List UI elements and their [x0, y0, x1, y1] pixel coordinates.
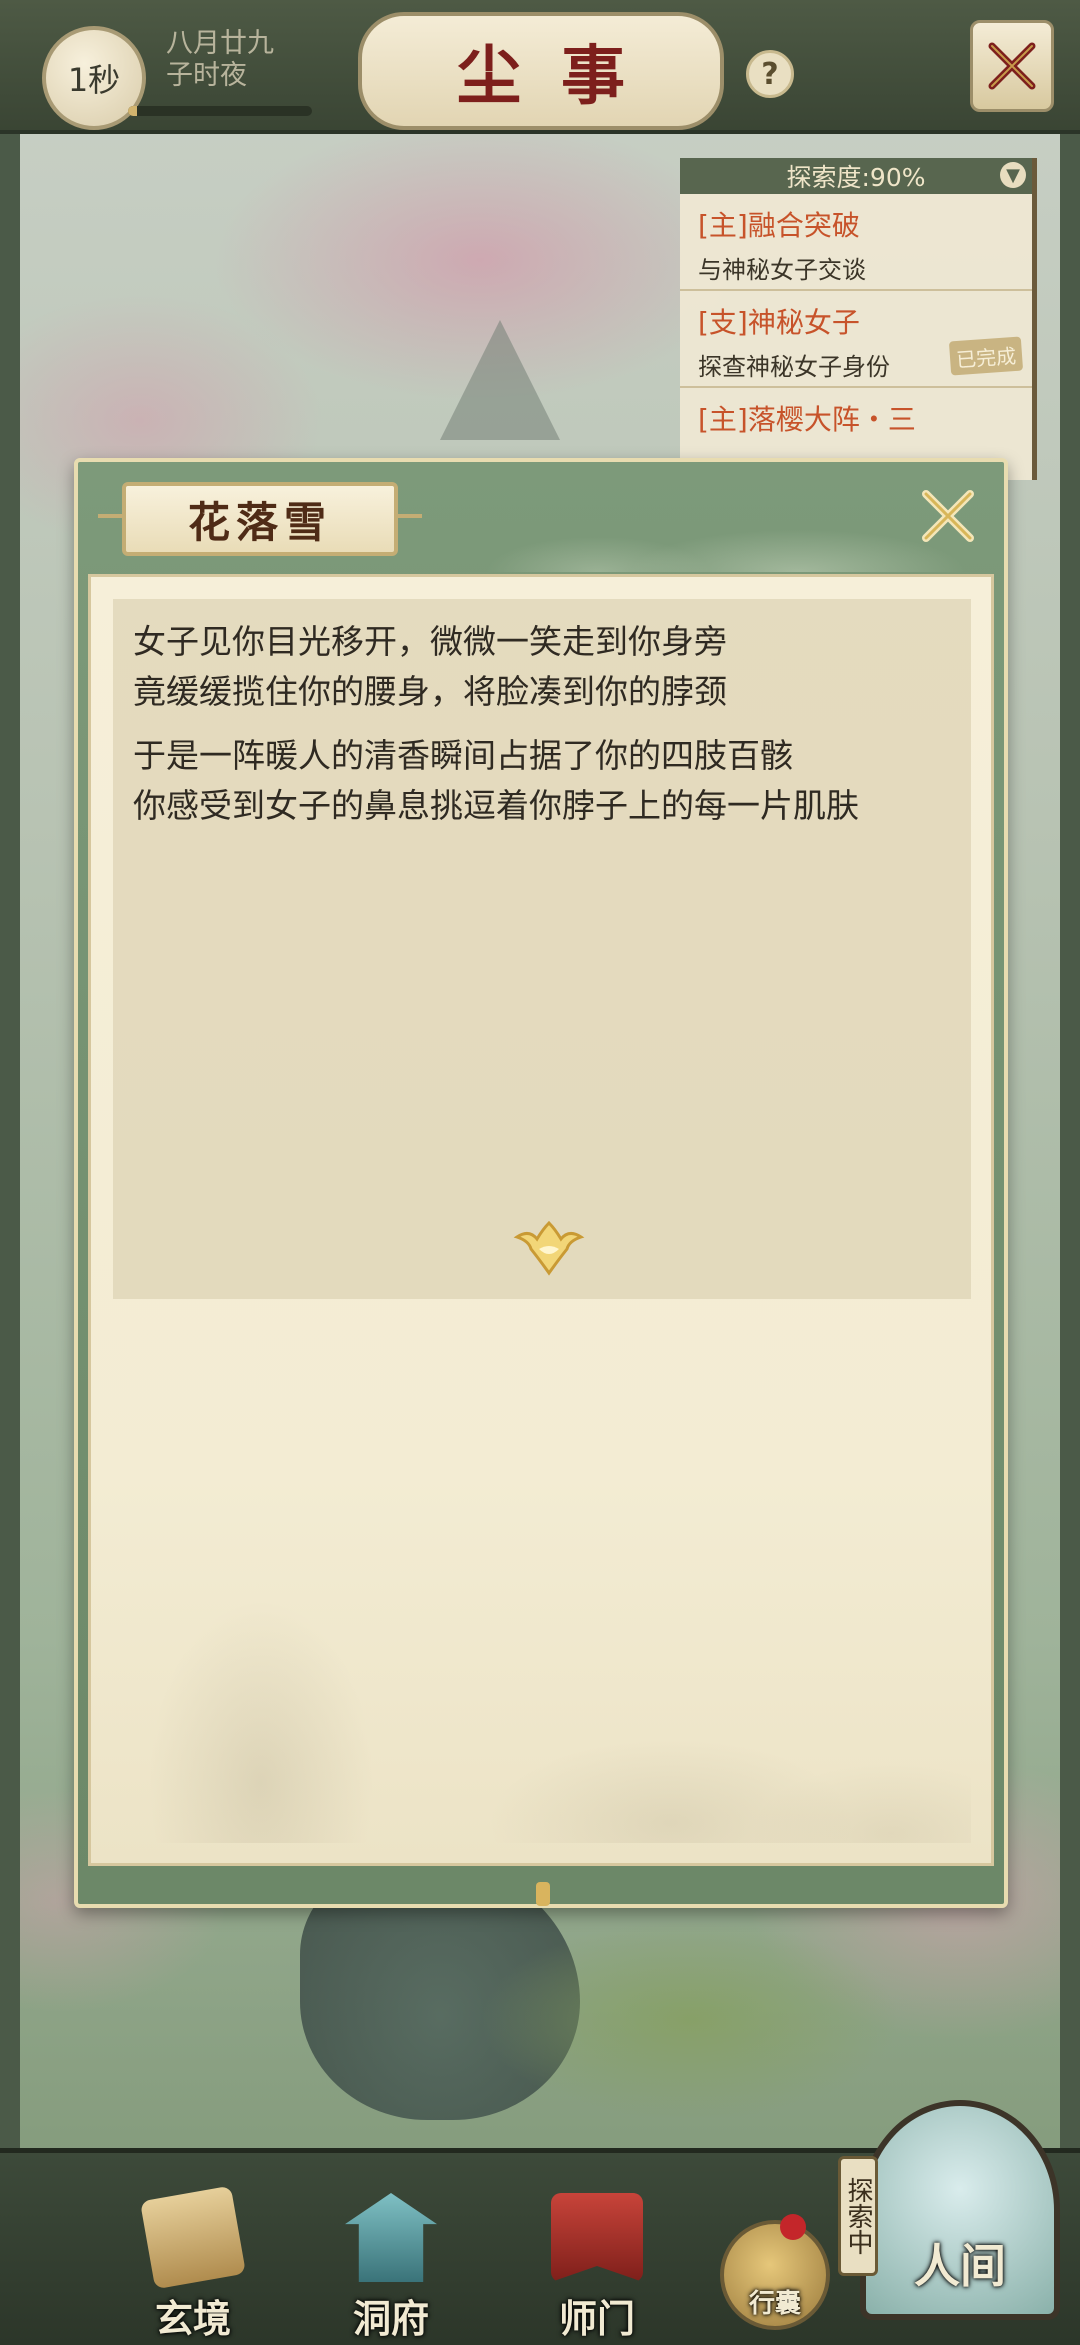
notification-dot [780, 2214, 806, 2240]
help-button[interactable]: ? [746, 50, 794, 98]
dialog-paragraph: 于是一阵暖人的清香瞬间占据了你的四肢百骸 你感受到女子的鼻息挑逗着你脖子上的每一… [133, 731, 951, 831]
quest-item-main[interactable]: [主]融合突破 与神秘女子交谈 [680, 194, 1032, 291]
page-title: 尘事 [358, 12, 724, 130]
quest-desc: 与神秘女子交谈 [698, 256, 866, 284]
nav-label: 洞府 [352, 2296, 429, 2341]
exploration-label: 探索度:90% [786, 163, 926, 192]
completed-stamp: 已完成 [948, 336, 1024, 376]
dialog-text-box: 女子见你目光移开，微微一笑走到你身旁 竟缓缓揽住你的腰身，将脸凑到你的脖颈 于是… [113, 599, 971, 1299]
close-icon [988, 42, 1036, 90]
dialog-line: 女子见你目光移开，微微一笑走到你身旁 [133, 622, 727, 661]
plaque-ornament-right [396, 514, 422, 518]
nav-item-shimen[interactable]: 师门 [532, 2193, 662, 2343]
dialog-parchment[interactable]: 女子见你目光移开，微微一笑走到你身旁 竟缓缓揽住你的腰身，将脸凑到你的脖颈 于是… [88, 574, 994, 1866]
dialog-paragraph: 女子见你目光移开，微微一笑走到你身旁 竟缓缓揽住你的腰身，将脸凑到你的脖颈 [133, 617, 951, 717]
day-progress-fill [128, 106, 138, 116]
pavilion-icon [345, 2193, 437, 2282]
background-lawn [480, 1920, 900, 2120]
quest-item-side[interactable]: [支]神秘女子 探查神秘女子身份 已完成 [680, 291, 1032, 388]
help-label: ? [761, 56, 779, 92]
dialog-close-button[interactable] [916, 484, 980, 548]
dialog-line: 竟缓缓揽住你的腰身，将脸凑到你的脖颈 [133, 672, 727, 711]
collapse-chevron-icon[interactable]: ▼ [1000, 162, 1026, 188]
bag-label: 行囊 [748, 2289, 801, 2319]
close-page-button[interactable] [970, 20, 1054, 112]
quest-title: [支]神秘女子 [698, 306, 860, 339]
scroll-icon [139, 2185, 247, 2290]
bag-button[interactable]: 行囊 [720, 2220, 830, 2330]
plaque-ornament-left [98, 514, 124, 518]
banner-icon [551, 2193, 643, 2282]
exploration-header: 探索度:90% ▼ [680, 158, 1032, 194]
world-label: 人间 [914, 2239, 1006, 2293]
day-progress-bar [128, 106, 312, 116]
continue-arrow-icon[interactable] [509, 1219, 589, 1279]
date-time: 子时夜 [166, 60, 247, 91]
world-button[interactable]: 人间 [860, 2100, 1060, 2320]
quest-title: [主]落樱大阵・三 [698, 403, 916, 436]
game-date: 八月廿九 子时夜 [166, 28, 326, 92]
speaker-name: 花落雪 [122, 482, 398, 556]
close-icon [922, 490, 974, 542]
exploring-tag: 探索中 [838, 2156, 878, 2276]
nav-label: 玄境 [154, 2296, 231, 2341]
dialog-bottom-ornament [536, 1882, 550, 1906]
parchment-landscape [111, 1503, 971, 1843]
top-bar: 1秒 八月廿九 子时夜 尘事 ? [0, 0, 1080, 134]
story-dialog: 花落雪 女子见你目光移开，微微一笑走到你身旁 竟缓缓揽住你的腰身，将脸凑到你的脖… [74, 458, 1008, 1908]
dialog-line: 于是一阵暖人的清香瞬间占据了你的四肢百骸 [133, 736, 793, 775]
dialog-line: 你感受到女子的鼻息挑逗着你脖子上的每一片肌肤 [133, 786, 859, 825]
nav-item-xuanjing[interactable]: 玄境 [128, 2185, 258, 2343]
speed-label: 1秒 [67, 61, 121, 99]
quest-panel: 探索度:90% ▼ [主]融合突破 与神秘女子交谈 [支]神秘女子 探查神秘女子… [680, 158, 1037, 480]
quest-title: [主]融合突破 [698, 209, 860, 242]
nav-label: 师门 [558, 2296, 635, 2341]
date-day: 八月廿九 [166, 28, 274, 59]
nav-item-dongfu[interactable]: 洞府 [326, 2193, 456, 2343]
